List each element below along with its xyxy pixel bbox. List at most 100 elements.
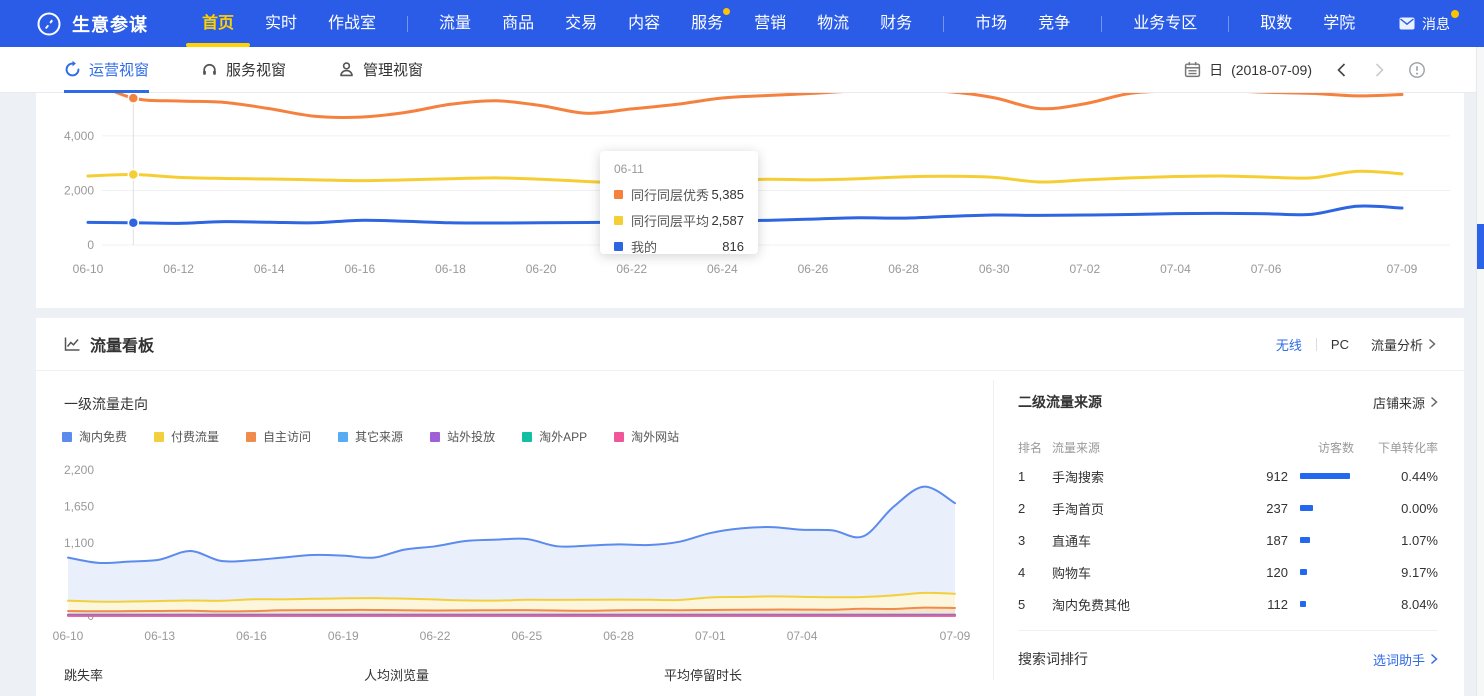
visitor-bar <box>1300 473 1350 479</box>
cell-bar <box>1288 537 1354 543</box>
nav-item-traffic[interactable]: 流量 <box>439 0 471 47</box>
nav-item-logistics[interactable]: 物流 <box>817 0 849 47</box>
nav-item-finance[interactable]: 财务 <box>880 0 912 47</box>
cell-bar <box>1288 473 1354 479</box>
cell-rank: 1 <box>1018 469 1052 484</box>
stat-label: 跳失率 <box>64 665 364 684</box>
table-row[interactable]: 3 直通车 187 1.07% <box>1018 524 1438 556</box>
cell-conversion: 0.00% <box>1354 501 1438 516</box>
svg-text:07-04: 07-04 <box>1160 262 1191 276</box>
line-chart-icon <box>64 336 81 352</box>
nav-item-trade[interactable]: 交易 <box>565 0 597 47</box>
secondary-traffic-panel: 二级流量来源 店铺来源 排名 流量来源 访客数 下单转化率 1 手淘搜索 912… <box>993 380 1464 680</box>
nav-item-service[interactable]: 服务 <box>691 0 723 47</box>
nav-item-warroom[interactable]: 作战室 <box>328 0 376 47</box>
chevron-right-icon <box>1428 338 1436 350</box>
svg-text:1,650: 1,650 <box>64 500 94 514</box>
date-value: (2018-07-09) <box>1231 62 1312 78</box>
svg-text:1,100: 1,100 <box>64 536 94 550</box>
svg-text:06-30: 06-30 <box>979 262 1010 276</box>
message-label: 消息 <box>1422 14 1450 34</box>
table-row[interactable]: 1 手淘搜索 912 0.44% <box>1018 460 1438 492</box>
table-row[interactable]: 2 手淘首页 237 0.00% <box>1018 492 1438 524</box>
nav-menu: 首页 实时 作战室 流量 商品 交易 内容 服务 营销 物流 财务 市场 竞争 … <box>202 0 1355 47</box>
svg-text:07-04: 07-04 <box>787 629 818 643</box>
svg-text:07-02: 07-02 <box>1069 262 1100 276</box>
secondary-traffic-title: 二级流量来源 <box>1018 392 1102 412</box>
nav-divider <box>943 16 944 32</box>
sync-icon <box>64 61 81 78</box>
nav-item-competition[interactable]: 竞争 <box>1038 0 1070 47</box>
cell-rank: 3 <box>1018 533 1052 548</box>
svg-text:06-25: 06-25 <box>511 629 542 643</box>
nav-item-market[interactable]: 市场 <box>975 0 1007 47</box>
page-scrollbar-thumb[interactable] <box>1477 224 1484 269</box>
message-button[interactable]: 消息 <box>1399 14 1450 34</box>
svg-text:06-12: 06-12 <box>163 262 194 276</box>
view-tabbar: 运营视窗 服务视窗 管理视窗 日 (2018-07-09 <box>0 47 1484 93</box>
traffic-board-panel: 流量看板 无线 PC 流量分析 一级流量走向 淘内免费 付费流量 自主访问 其它… <box>36 318 1464 696</box>
prev-date-button[interactable] <box>1332 61 1350 79</box>
traffic-source-table: 排名 流量来源 访客数 下单转化率 1 手淘搜索 912 0.44% 2 手淘首… <box>1018 434 1438 620</box>
stat-avg-stay-time: 平均停留时长 17.49秒 <box>664 665 964 696</box>
nav-item-service-label: 服务 <box>691 15 723 32</box>
headset-icon <box>201 61 218 78</box>
segment-wireless[interactable]: 无线 <box>1276 335 1302 354</box>
svg-text:06-28: 06-28 <box>603 629 634 643</box>
nav-divider <box>1101 16 1102 32</box>
nav-item-goods[interactable]: 商品 <box>502 0 534 47</box>
cell-rank: 4 <box>1018 565 1052 580</box>
benchmark-line-chart[interactable]: 02,0004,00006-1006-1206-1406-1606-1806-2… <box>36 93 1464 308</box>
tab-operation-label: 运营视窗 <box>89 59 149 80</box>
svg-text:07-09: 07-09 <box>940 629 971 643</box>
nav-item-bizzone[interactable]: 业务专区 <box>1133 0 1197 47</box>
calendar-icon <box>1184 61 1201 78</box>
info-icon <box>1408 61 1426 79</box>
page-scrollbar-track[interactable] <box>1476 47 1484 696</box>
svg-text:4,000: 4,000 <box>64 129 94 143</box>
cell-conversion: 1.07% <box>1354 533 1438 548</box>
visitor-bar <box>1300 569 1307 575</box>
date-picker[interactable]: 日 (2018-07-09) <box>1184 60 1312 80</box>
segment-divider <box>1316 338 1317 351</box>
flow-header-controls: 无线 PC 流量分析 <box>1276 335 1436 354</box>
word-helper-link[interactable]: 选词助手 <box>1373 650 1438 669</box>
cell-conversion: 0.44% <box>1354 469 1438 484</box>
svg-text:06-26: 06-26 <box>798 262 829 276</box>
chevron-right-icon <box>1430 396 1438 408</box>
nav-item-realtime[interactable]: 实时 <box>265 0 297 47</box>
nav-item-content[interactable]: 内容 <box>628 0 660 47</box>
date-mode: 日 <box>1209 60 1223 80</box>
nav-item-home[interactable]: 首页 <box>202 0 234 47</box>
shop-source-link[interactable]: 店铺来源 <box>1373 393 1438 412</box>
nav-item-marketing[interactable]: 营销 <box>754 0 786 47</box>
nav-divider <box>407 16 408 32</box>
svg-text:06-16: 06-16 <box>345 262 376 276</box>
table-row[interactable]: 4 购物车 120 9.17% <box>1018 556 1438 588</box>
next-date-button[interactable] <box>1370 61 1388 79</box>
search-rank-section: 搜索词排行 选词助手 <box>1018 630 1438 669</box>
table-row[interactable]: 5 淘内免费其他 112 8.04% <box>1018 588 1438 620</box>
brand[interactable]: 生意参谋 <box>36 11 148 37</box>
panel-title: 流量看板 <box>90 332 154 356</box>
info-button[interactable] <box>1408 61 1426 79</box>
nav-item-data[interactable]: 取数 <box>1260 0 1292 47</box>
tab-service-view[interactable]: 服务视窗 <box>201 47 286 93</box>
search-rank-title: 搜索词排行 <box>1018 649 1088 669</box>
segment-pc[interactable]: PC <box>1331 337 1349 352</box>
traffic-board-header: 流量看板 无线 PC 流量分析 <box>36 318 1464 371</box>
svg-text:06-10: 06-10 <box>73 262 104 276</box>
svg-text:2,000: 2,000 <box>64 183 94 197</box>
tab-operation-view[interactable]: 运营视窗 <box>64 47 149 93</box>
nav-divider <box>1228 16 1229 32</box>
col-visitors-spacer: 访客数 <box>1288 439 1354 456</box>
brand-name: 生意参谋 <box>72 11 148 37</box>
traffic-analysis-link[interactable]: 流量分析 <box>1371 335 1436 354</box>
tab-manage-view[interactable]: 管理视窗 <box>338 47 423 93</box>
shop-source-label: 店铺来源 <box>1373 393 1425 412</box>
nav-item-academy[interactable]: 学院 <box>1323 0 1355 47</box>
col-rank: 排名 <box>1018 439 1052 456</box>
primary-traffic-area-chart[interactable]: 05501,1001,6502,20006-1006-1306-1606-190… <box>36 440 992 652</box>
table-header-row: 排名 流量来源 访客数 下单转化率 <box>1018 434 1438 460</box>
message-dot <box>1451 10 1459 18</box>
